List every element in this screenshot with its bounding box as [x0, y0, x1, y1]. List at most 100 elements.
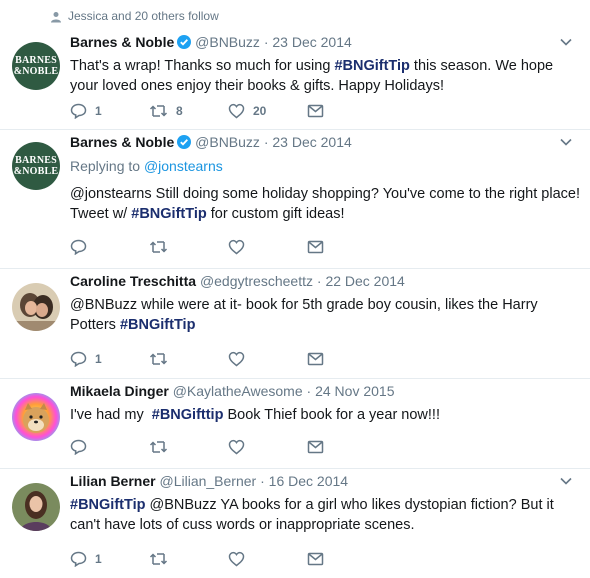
tweet-header: Barnes & Noble @BNBuzz · 23 Dec 2014: [70, 134, 580, 154]
heart-icon: [228, 103, 245, 119]
retweet-icon: [149, 241, 168, 253]
envelope-icon: [307, 240, 324, 254]
chevron-down-icon[interactable]: [560, 477, 572, 485]
hashtag-link[interactable]: #BNGiftTip: [70, 497, 145, 513]
profile-photo: [12, 483, 60, 531]
hashtag-link[interactable]: #BNGiftTip: [131, 206, 206, 222]
tweet[interactable]: Mikaela Dinger @KaylatheAwesome · 24 Nov…: [0, 379, 590, 469]
avatar[interactable]: BARNES &NOBLE: [12, 142, 60, 190]
hashtag-link[interactable]: #BNGiftTip: [334, 58, 409, 74]
tweet-actions: [70, 239, 386, 255]
tweet-text: That's a wrap! Thanks so much for using …: [70, 58, 554, 94]
tweet-text: @BNBuzz while were at it- book for 5th g…: [70, 297, 538, 333]
envelope-icon: [307, 440, 324, 454]
avatar[interactable]: BARNES &NOBLE: [12, 42, 60, 90]
envelope-icon: [307, 552, 324, 566]
like-button[interactable]: [228, 351, 307, 367]
tweet[interactable]: BARNES &NOBLE Barnes & Noble @BNBuzz · 2…: [0, 130, 590, 269]
tweet[interactable]: BARNES &NOBLE Barnes & Noble @BNBuzz · 2…: [0, 30, 590, 130]
reply-icon: [70, 351, 87, 367]
tweet-date[interactable]: 24 Nov 2015: [315, 383, 394, 399]
reply-button[interactable]: 1: [70, 351, 149, 367]
heart-icon: [228, 551, 245, 567]
reply-count: 1: [95, 552, 102, 566]
direct-message-button[interactable]: [307, 351, 386, 367]
tweet-header: Barnes & Noble @BNBuzz · 23 Dec 2014: [70, 34, 580, 54]
reply-count: 1: [95, 104, 102, 118]
retweet-button[interactable]: [149, 351, 228, 367]
tweet-text: @jonstearns Still doing some holiday sho…: [70, 186, 580, 222]
direct-message-button[interactable]: [307, 239, 386, 255]
like-button[interactable]: [228, 551, 307, 567]
direct-message-button[interactable]: [307, 551, 386, 567]
retweet-icon: [149, 105, 168, 117]
tweet-date[interactable]: 16 Dec 2014: [269, 473, 348, 489]
user-handle[interactable]: @BNBuzz: [195, 34, 260, 50]
reply-button[interactable]: [70, 239, 149, 255]
user-handle[interactable]: @KaylatheAwesome: [173, 383, 303, 399]
display-name[interactable]: Mikaela Dinger: [70, 383, 169, 399]
retweet-count: 8: [176, 104, 183, 118]
direct-message-button[interactable]: [307, 439, 386, 455]
chevron-down-icon[interactable]: [560, 38, 572, 46]
tweet-date[interactable]: 22 Dec 2014: [325, 273, 404, 289]
avatar[interactable]: [12, 483, 60, 531]
display-name[interactable]: Caroline Treschitta: [70, 273, 196, 289]
retweet-button[interactable]: 8: [149, 103, 228, 119]
reply-icon: [70, 551, 87, 567]
display-name[interactable]: Lilian Berner: [70, 473, 156, 489]
tweet-header: Caroline Treschitta @edgytrescheettz · 2…: [70, 273, 405, 289]
social-context-text: Jessica and 20 others follow: [68, 9, 219, 23]
like-button[interactable]: 20: [228, 103, 307, 119]
chevron-down-icon[interactable]: [560, 138, 572, 146]
like-button[interactable]: [228, 239, 307, 255]
person-icon: [51, 12, 61, 23]
like-button[interactable]: [228, 439, 307, 455]
tweet-header: Mikaela Dinger @KaylatheAwesome · 24 Nov…: [70, 383, 395, 399]
heart-icon: [228, 439, 245, 455]
heart-icon: [228, 351, 245, 367]
replying-to: Replying to @jonstearns: [70, 158, 223, 174]
tweet[interactable]: Caroline Treschitta @edgytrescheettz · 2…: [0, 269, 590, 379]
tweet-date[interactable]: 23 Dec 2014: [272, 134, 351, 150]
retweet-button[interactable]: [149, 239, 228, 255]
tweet-text: I've had my #BNGifttip Book Thief book f…: [70, 407, 440, 423]
user-handle[interactable]: @BNBuzz: [195, 134, 260, 150]
reply-count: 1: [95, 352, 102, 366]
envelope-icon: [307, 352, 324, 366]
profile-photo: [12, 393, 60, 441]
display-name[interactable]: Barnes & Noble: [70, 34, 174, 50]
retweet-button[interactable]: [149, 551, 228, 567]
reply-button[interactable]: 1: [70, 551, 149, 567]
tweet-header: Lilian Berner @Lilian_Berner · 16 Dec 20…: [70, 473, 580, 493]
tweet-date[interactable]: 23 Dec 2014: [272, 34, 351, 50]
retweet-icon: [149, 353, 168, 365]
tweet-actions: 1: [70, 351, 386, 367]
hashtag-link[interactable]: #BNGiftTip: [120, 317, 195, 333]
tweet-actions: 1 8 20: [70, 103, 386, 119]
direct-message-button[interactable]: [307, 103, 386, 119]
reply-icon: [70, 439, 87, 455]
verified-badge-icon: [177, 35, 192, 49]
retweet-icon: [149, 441, 168, 453]
avatar[interactable]: [12, 393, 60, 441]
reply-button[interactable]: [70, 439, 149, 455]
retweet-icon: [149, 553, 168, 565]
hashtag-link[interactable]: #BNGifttip: [152, 407, 224, 423]
social-context: Jessica and 20 others follow: [0, 0, 590, 30]
avatar[interactable]: [12, 283, 60, 331]
reply-button[interactable]: 1: [70, 103, 149, 119]
tweet-feed: Jessica and 20 others follow BARNES &NOB…: [0, 0, 590, 578]
like-count: 20: [253, 104, 267, 118]
tweet[interactable]: Lilian Berner @Lilian_Berner · 16 Dec 20…: [0, 469, 590, 578]
retweet-button[interactable]: [149, 439, 228, 455]
envelope-icon: [307, 104, 324, 118]
reply-icon: [70, 103, 87, 119]
user-handle[interactable]: @edgytrescheettz: [200, 273, 313, 289]
display-name[interactable]: Barnes & Noble: [70, 134, 174, 150]
profile-photo: [12, 283, 60, 331]
verified-badge-icon: [177, 135, 192, 149]
user-handle[interactable]: @Lilian_Berner: [159, 473, 256, 489]
tweet-actions: 1: [70, 551, 386, 567]
reply-target-link[interactable]: @jonstearns: [144, 158, 223, 174]
